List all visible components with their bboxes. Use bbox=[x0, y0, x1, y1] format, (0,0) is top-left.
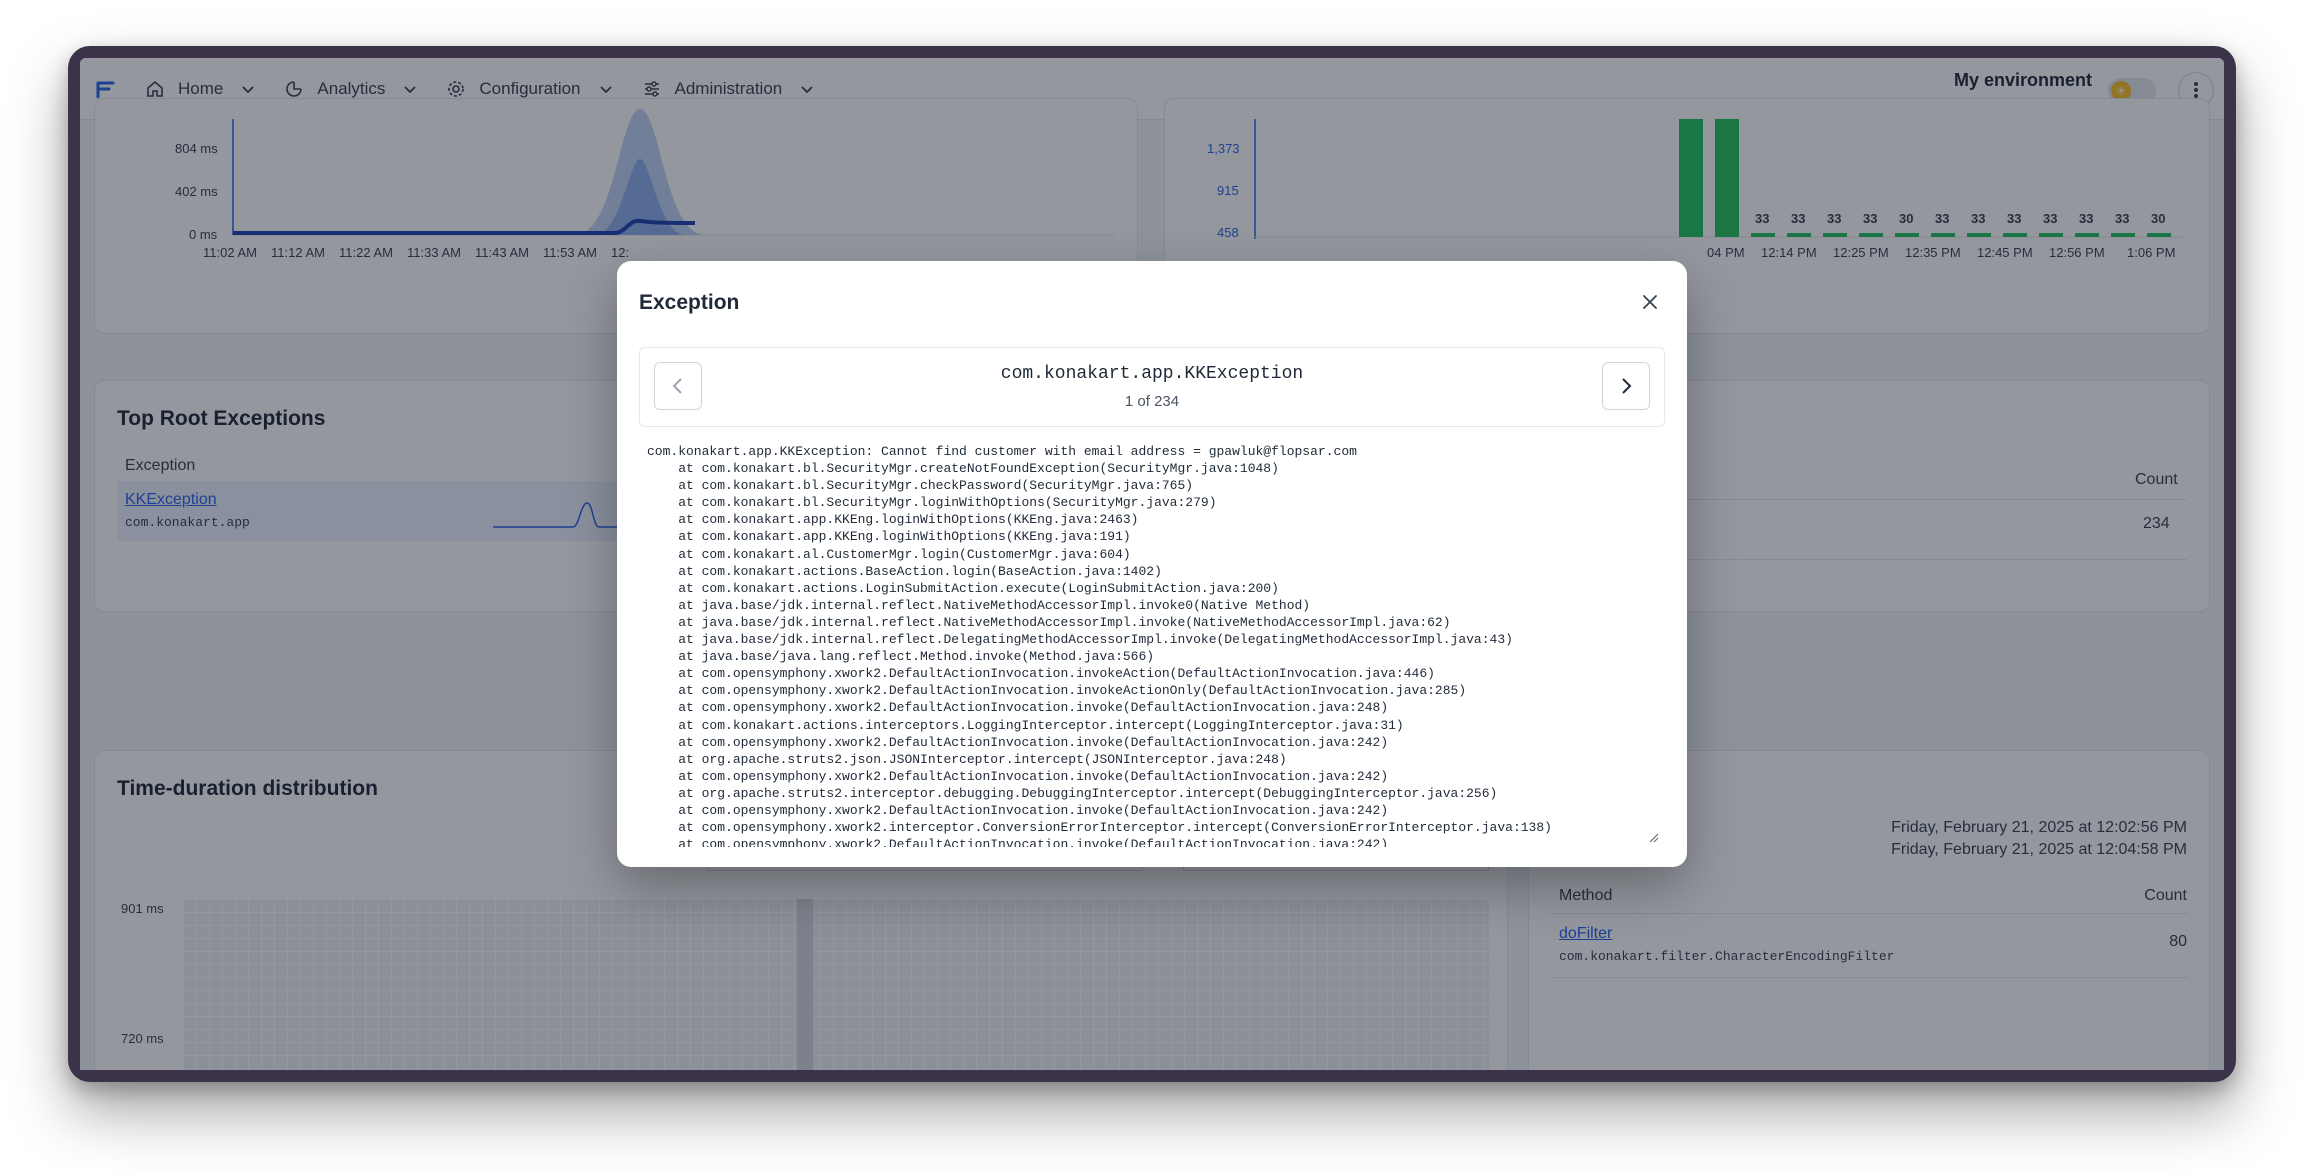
next-exception-button[interactable] bbox=[1602, 362, 1650, 410]
stack-trace-line: at com.opensymphony.xwork2.DefaultAction… bbox=[647, 768, 1389, 784]
stack-trace-line: at com.konakart.actions.LoginSubmitActio… bbox=[647, 580, 1279, 596]
stack-trace[interactable]: com.konakart.app.KKException: Cannot fin… bbox=[639, 437, 1665, 847]
stack-trace-line: at com.konakart.app.KKEng.loginWithOptio… bbox=[647, 512, 1139, 528]
stack-trace-line: at com.opensymphony.xwork2.DefaultAction… bbox=[647, 837, 1389, 847]
stack-trace-line: at java.base/jdk.internal.reflect.Native… bbox=[647, 614, 1451, 630]
exception-pager: com.konakart.app.KKException 1 of 234 bbox=[639, 347, 1665, 427]
stack-trace-line: at com.konakart.bl.SecurityMgr.createNot… bbox=[647, 461, 1279, 477]
exception-class-name: com.konakart.app.KKException bbox=[1000, 364, 1304, 384]
close-button[interactable] bbox=[1635, 287, 1665, 317]
stack-trace-line: at com.opensymphony.xwork2.DefaultAction… bbox=[647, 734, 1389, 750]
stack-trace-line: at com.konakart.actions.BaseAction.login… bbox=[647, 563, 1162, 579]
stack-trace-line: at com.opensymphony.xwork2.DefaultAction… bbox=[647, 666, 1435, 682]
stack-trace-line: at org.apache.struts2.interceptor.debugg… bbox=[647, 785, 1498, 801]
stack-trace-line: at com.opensymphony.xwork2.DefaultAction… bbox=[647, 683, 1467, 699]
stack-trace-line: at com.konakart.actions.interceptors.Log… bbox=[647, 717, 1404, 733]
stack-trace-line: at java.base/jdk.internal.reflect.Delega… bbox=[647, 632, 1513, 648]
chevron-right-icon bbox=[1622, 378, 1632, 394]
stack-trace-line: at java.base/jdk.internal.reflect.Native… bbox=[647, 597, 1311, 613]
exception-modal: Exception com.konakart.app.KKException 1… bbox=[617, 261, 1687, 867]
close-icon bbox=[1643, 295, 1657, 309]
stack-trace-line: at java.base/java.lang.reflect.Method.in… bbox=[647, 649, 1155, 665]
stack-trace-line: at com.konakart.bl.SecurityMgr.checkPass… bbox=[647, 478, 1194, 494]
stack-trace-line: at com.opensymphony.xwork2.DefaultAction… bbox=[647, 802, 1389, 818]
resize-handle-icon[interactable] bbox=[1647, 831, 1659, 843]
modal-title: Exception bbox=[639, 291, 740, 314]
exception-position: 1 of 234 bbox=[1124, 393, 1180, 410]
stack-trace-line: at com.opensymphony.xwork2.DefaultAction… bbox=[647, 700, 1389, 716]
stack-trace-line: at com.konakart.al.CustomerMgr.login(Cus… bbox=[647, 546, 1131, 562]
stack-trace-line: at com.konakart.app.KKEng.loginWithOptio… bbox=[647, 529, 1131, 545]
stack-trace-line: at com.opensymphony.xwork2.interceptor.C… bbox=[647, 820, 1552, 836]
stack-trace-line: at com.konakart.bl.SecurityMgr.loginWith… bbox=[647, 495, 1217, 511]
stack-trace-line: com.konakart.app.KKException: Cannot fin… bbox=[647, 444, 1357, 459]
stack-trace-line: at org.apache.struts2.json.JSONIntercept… bbox=[647, 751, 1287, 767]
